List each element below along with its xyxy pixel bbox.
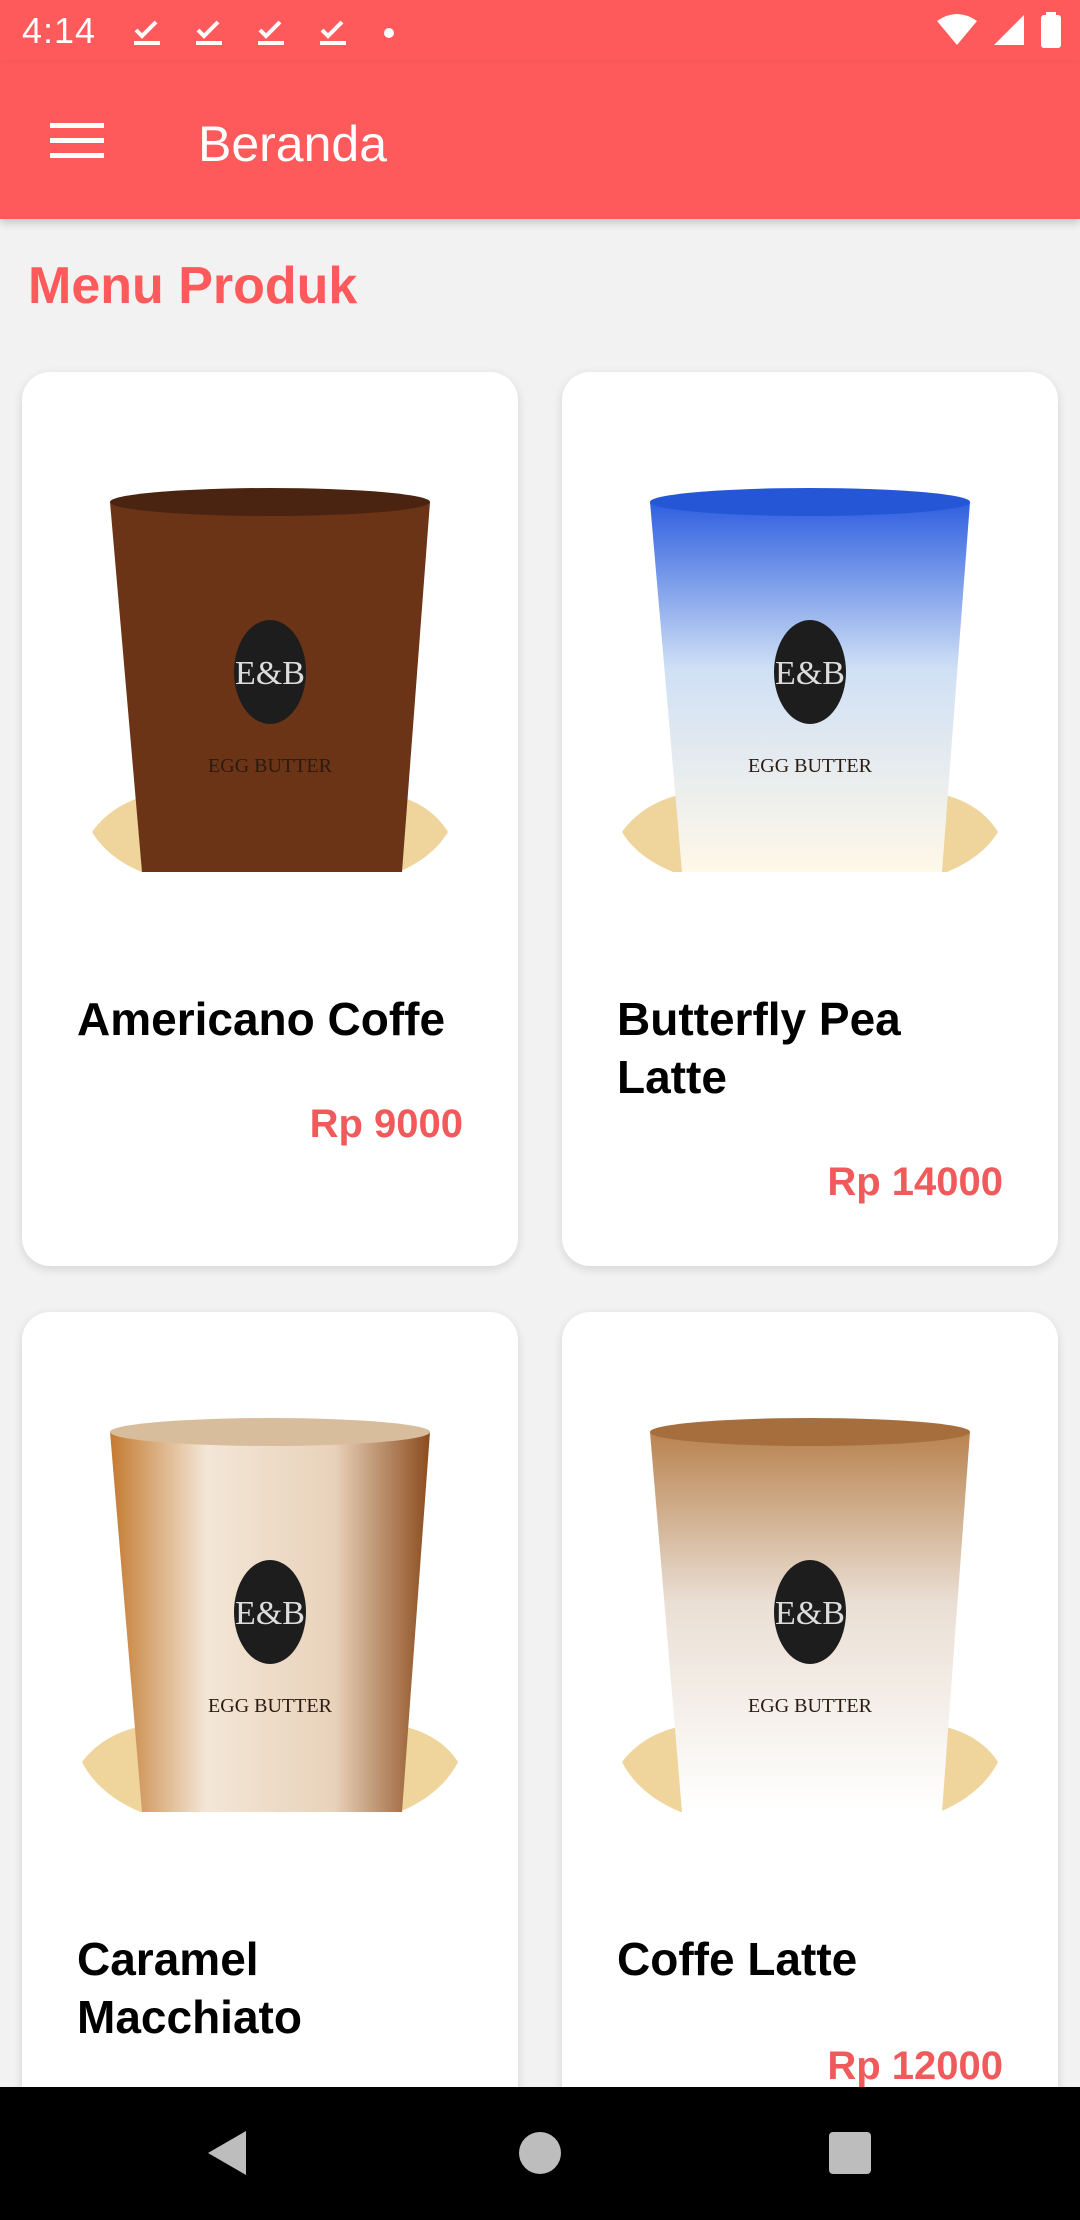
wifi-icon — [937, 14, 977, 45]
product-price: Rp 12000 — [827, 2044, 1003, 2087]
product-card[interactable]: E&B EGG BUTTER Americano Coffe Rp 9000 — [22, 372, 518, 1266]
svg-text:EGG BUTTER: EGG BUTTER — [748, 1695, 873, 1717]
product-name: Butterfly Pea Latte — [617, 993, 901, 1103]
system-nav-bar — [0, 2087, 1080, 2220]
product-image: E&B EGG BUTTER — [622, 1418, 998, 1812]
product-card[interactable]: E&B EGG BUTTER Butterfly Pea Latte Rp 14… — [562, 372, 1058, 1266]
product-name: Coffe Latte — [617, 1933, 858, 1985]
download-done-icon — [192, 14, 226, 48]
recents-icon[interactable] — [820, 2123, 880, 2183]
svg-text:EGG BUTTER: EGG BUTTER — [208, 1695, 333, 1717]
svg-text:EGG BUTTER: EGG BUTTER — [208, 755, 333, 777]
content-scroll-area[interactable]: Menu Produk E&B EGG BUTTER Americano Cof… — [0, 219, 1080, 2087]
svg-text:E&B: E&B — [235, 1595, 305, 1632]
svg-text:EGG BUTTER: EGG BUTTER — [748, 755, 873, 777]
signal-icon — [994, 15, 1024, 45]
system-icons — [936, 12, 1062, 48]
product-name: Caramel Macchiato — [77, 1933, 302, 2043]
product-card[interactable]: E&B EGG BUTTER Caramel Macchiato — [22, 1312, 518, 2087]
status-time: 4:14 — [22, 10, 97, 51]
price-currency: Rp — [309, 1102, 363, 1146]
price-currency: Rp — [827, 1160, 881, 1204]
page-title: Beranda — [198, 116, 388, 172]
status-bar: 4:14 — [0, 0, 1080, 63]
back-icon[interactable] — [198, 2123, 258, 2183]
price-value: 9000 — [374, 1102, 463, 1146]
svg-text:E&B: E&B — [775, 655, 845, 692]
notification-icons — [130, 14, 394, 48]
product-image: E&B EGG BUTTER — [92, 488, 448, 872]
product-card[interactable]: E&B EGG BUTTER Coffe Latte Rp 12000 — [562, 1312, 1058, 2087]
dot-icon — [384, 28, 394, 38]
svg-text:E&B: E&B — [775, 1595, 845, 1632]
product-image: E&B EGG BUTTER — [622, 488, 998, 872]
product-name: Americano Coffe — [77, 993, 446, 1045]
app-bar: Beranda — [0, 63, 1080, 219]
price-value: 12000 — [891, 2044, 1003, 2087]
svg-text:E&B: E&B — [235, 655, 305, 692]
home-icon[interactable] — [510, 2123, 570, 2183]
section-title: Menu Produk — [28, 257, 358, 315]
hamburger-menu-icon — [50, 123, 104, 158]
price-currency: Rp — [827, 2044, 881, 2087]
product-image: E&B EGG BUTTER — [82, 1418, 458, 1812]
price-value: 14000 — [891, 1160, 1003, 1204]
download-done-icon — [316, 14, 350, 48]
download-done-icon — [254, 14, 288, 48]
menu-button[interactable] — [30, 105, 124, 177]
product-price: Rp 9000 — [310, 1102, 463, 1147]
battery-icon — [1041, 12, 1061, 48]
product-price: Rp 14000 — [827, 1160, 1003, 1205]
download-done-icon — [130, 14, 164, 48]
